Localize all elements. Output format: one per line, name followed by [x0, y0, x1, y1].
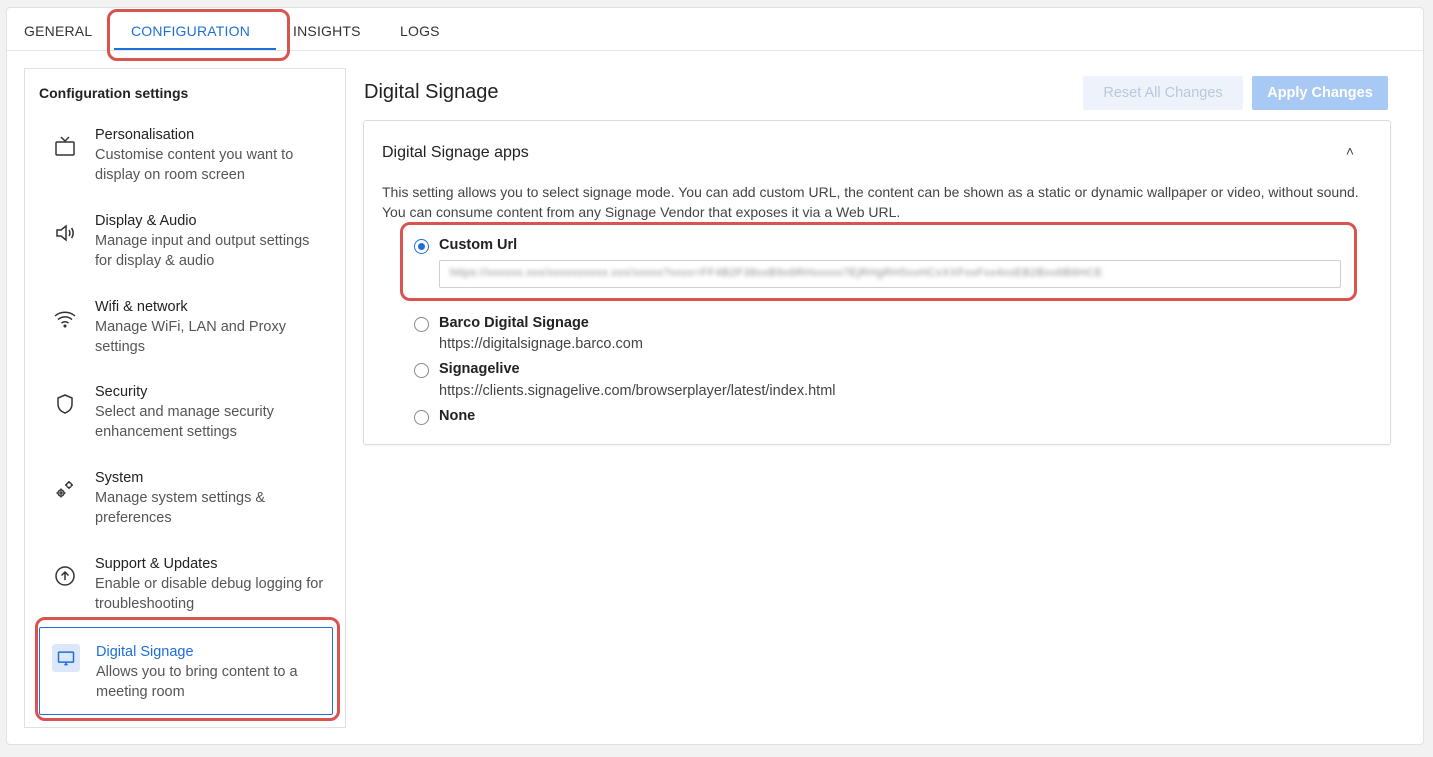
signagelive-radio[interactable]	[414, 363, 429, 378]
sidebar-item-digital-signage[interactable]: Digital Signage Allows you to bring cont…	[39, 627, 333, 715]
sidebar-item-wifi-network[interactable]: Wifi & network Manage WiFi, LAN and Prox…	[39, 297, 333, 359]
section-title: Digital Signage apps	[382, 144, 529, 161]
none-label: None	[439, 408, 476, 424]
custom-url-value: https://xxxxxx.xxx/xxxxxxxxxx.xxx/xxxxx?…	[450, 267, 1103, 279]
tab-configuration[interactable]: CONFIGURATION	[131, 23, 250, 39]
sidebar-item-label: Support & Updates	[95, 556, 218, 572]
sidebar-title: Configuration settings	[39, 85, 189, 101]
signagelive-label: Signagelive	[439, 361, 520, 377]
tv-icon	[51, 133, 79, 161]
sidebar-item-personalisation[interactable]: Personalisation Customise content you wa…	[39, 125, 333, 187]
signagelive-url: https://clients.signagelive.com/browserp…	[439, 383, 836, 399]
shield-icon	[51, 390, 79, 418]
configuration-sidebar: Configuration settings Personalisation C…	[24, 68, 346, 728]
sidebar-item-label: Personalisation	[95, 127, 195, 143]
custom-url-input[interactable]: https://xxxxxx.xxx/xxxxxxxxxx.xxx/xxxxx?…	[439, 260, 1341, 288]
digital-signage-apps-panel: Digital Signage apps ˄ This setting allo…	[363, 120, 1391, 445]
sidebar-item-desc: Manage system settings & preferences	[95, 490, 266, 526]
custom-url-label: Custom Url	[439, 237, 518, 253]
sidebar-item-desc: Manage input and output settings for dis…	[95, 233, 310, 269]
sidebar-item-display-audio[interactable]: Display & Audio Manage input and output …	[39, 211, 333, 273]
sidebar-item-desc: Select and manage security enhancement s…	[95, 404, 274, 440]
upload-circle-icon	[51, 562, 79, 590]
apply-changes-button[interactable]: Apply Changes	[1252, 76, 1388, 110]
sidebar-item-label: Wifi & network	[95, 299, 188, 315]
sidebar-item-label: Security	[95, 384, 148, 400]
sidebar-item-label: Digital Signage	[96, 644, 194, 660]
sidebar-item-label: System	[95, 470, 144, 486]
custom-url-radio[interactable]	[414, 239, 429, 254]
barco-digital-signage-radio[interactable]	[414, 317, 429, 332]
monitor-icon	[52, 644, 80, 672]
tab-general[interactable]: GENERAL	[24, 23, 92, 39]
tab-bar: GENERAL CONFIGURATION INSIGHTS LOGS	[7, 8, 1423, 51]
sidebar-item-desc: Enable or disable debug logging for trou…	[95, 576, 324, 612]
page-title: Digital Signage	[364, 81, 499, 103]
barco-digital-signage-url: https://digitalsignage.barco.com	[439, 336, 643, 352]
tab-logs[interactable]: LOGS	[400, 23, 440, 39]
gears-icon	[51, 476, 79, 504]
none-radio[interactable]	[414, 410, 429, 425]
wifi-icon	[51, 305, 79, 333]
chevron-up-icon[interactable]: ˄	[1346, 143, 1354, 159]
sidebar-item-desc: Manage WiFi, LAN and Proxy settings	[95, 319, 286, 355]
reset-all-changes-button[interactable]: Reset All Changes	[1083, 76, 1243, 110]
barco-digital-signage-label: Barco Digital Signage	[439, 315, 589, 331]
active-tab-underline	[114, 48, 276, 50]
speaker-icon	[51, 219, 79, 247]
sidebar-item-security[interactable]: Security Select and manage security enha…	[39, 382, 333, 444]
sidebar-item-desc: Allows you to bring content to a meeting…	[96, 664, 298, 700]
sidebar-item-desc: Customise content you want to display on…	[95, 147, 294, 183]
tab-insights[interactable]: INSIGHTS	[293, 23, 361, 39]
settings-card: GENERAL CONFIGURATION INSIGHTS LOGS Conf…	[6, 7, 1424, 745]
sidebar-item-label: Display & Audio	[95, 213, 197, 229]
section-description: This setting allows you to select signag…	[382, 184, 1359, 220]
sidebar-item-support-updates[interactable]: Support & Updates Enable or disable debu…	[39, 554, 333, 616]
sidebar-item-system[interactable]: System Manage system settings & preferen…	[39, 468, 333, 530]
